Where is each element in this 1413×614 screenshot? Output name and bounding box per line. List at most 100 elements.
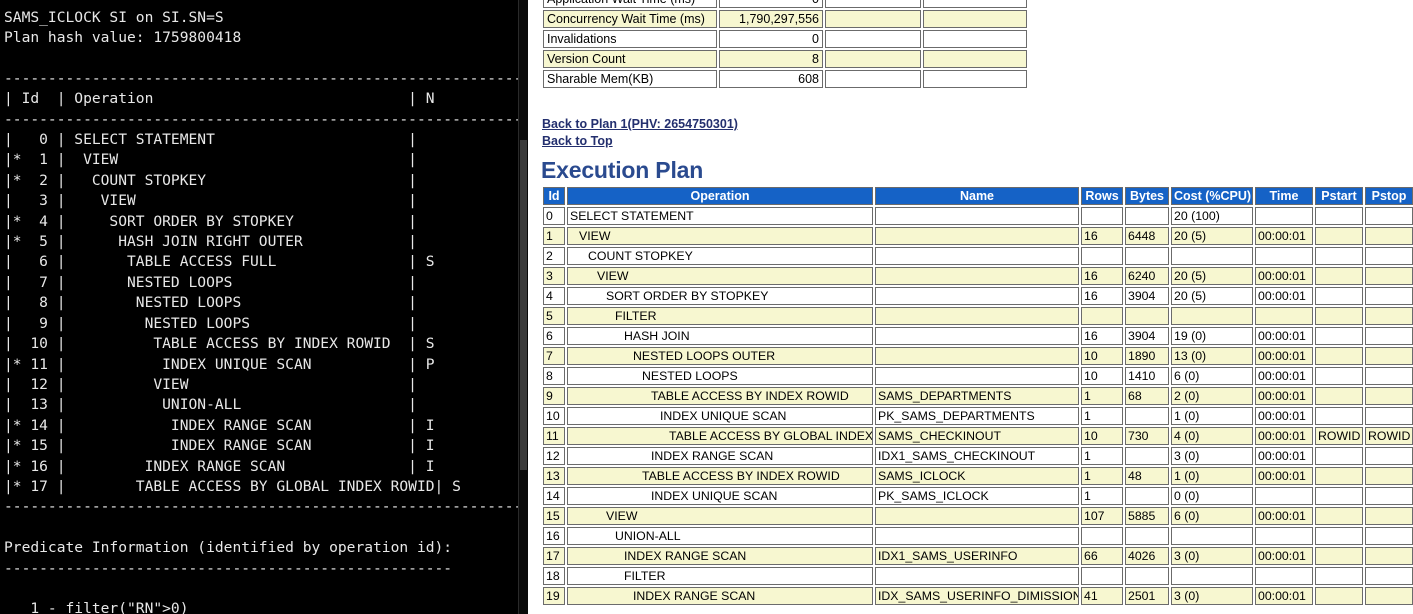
plan-cell-bytes: 6448: [1125, 227, 1169, 245]
stats-extra-cell: [923, 10, 1027, 28]
back-to-plan-link[interactable]: Back to Plan 1(PHV: 2654750301): [542, 116, 738, 133]
plan-cell-pstart: [1315, 447, 1363, 465]
plan-cell-rows: 1: [1081, 407, 1123, 425]
terminal-scrollbar-thumb[interactable]: [520, 140, 527, 470]
plan-cell-bytes: [1125, 447, 1169, 465]
plan-cell-pstop: [1365, 407, 1413, 425]
plan-operation-label: TABLE ACCESS BY GLOBAL INDEX ROWID: [669, 429, 873, 443]
plan-col-header-id[interactable]: Id: [543, 187, 565, 205]
plan-col-header-pstop[interactable]: Pstop: [1365, 187, 1413, 205]
plan-cell-bytes: [1125, 407, 1169, 425]
plan-cell-operation: SELECT STATEMENT: [567, 207, 873, 225]
stats-extra-cell: [923, 30, 1027, 48]
plan-operation-label: VIEW: [579, 229, 611, 243]
stats-label-cell: Version Count: [543, 50, 717, 68]
plan-cell-bytes: 3904: [1125, 327, 1169, 345]
plan-row: 14 INDEX UNIQUE SCAN PK_SAMS_ICLOCK 1 0 (0): [543, 487, 1413, 505]
plan-row: 6 HASH JOIN 16 3904 19 (0) 00:00:01: [543, 327, 1413, 345]
plan-cell-name: [875, 347, 1079, 365]
plan-cell-id: 14: [543, 487, 565, 505]
plan-cell-pstop: [1365, 307, 1413, 325]
plan-cell-name: SAMS_CHECKINOUT: [875, 427, 1079, 445]
plan-cell-cost: 1 (0): [1171, 467, 1253, 485]
plan-cell-bytes: 68: [1125, 387, 1169, 405]
plan-cell-pstop: [1365, 447, 1413, 465]
plan-cell-operation: UNION-ALL: [567, 527, 873, 545]
plan-operation-label: NESTED LOOPS OUTER: [633, 349, 776, 363]
plan-col-header-cost[interactable]: Cost (%CPU): [1171, 187, 1253, 205]
plan-cell-name: PK_SAMS_ICLOCK: [875, 487, 1079, 505]
plan-col-header-bytes[interactable]: Bytes: [1125, 187, 1169, 205]
plan-cell-time: 00:00:01: [1255, 367, 1313, 385]
plan-cell-pstop: [1365, 367, 1413, 385]
plan-operation-label: INDEX RANGE SCAN: [633, 589, 756, 603]
plan-row: 1 VIEW 16 6448 20 (5) 00:00:01: [543, 227, 1413, 245]
plan-col-header-op[interactable]: Operation: [567, 187, 873, 205]
plan-cell-operation: COUNT STOPKEY: [567, 247, 873, 265]
stats-row: Application Wait Time (ms)0: [543, 0, 1027, 8]
plan-operation-label: TABLE ACCESS BY INDEX ROWID: [642, 469, 840, 483]
execution-plan-heading: Execution Plan: [541, 157, 704, 183]
plan-col-header-time[interactable]: Time: [1255, 187, 1313, 205]
statistics-table: Application Wait Time (ms)0Concurrency W…: [541, 0, 1029, 90]
plan-col-header-pstart[interactable]: Pstart: [1315, 187, 1363, 205]
plan-operation-label: INDEX UNIQUE SCAN: [660, 409, 787, 423]
plan-cell-bytes: 1410: [1125, 367, 1169, 385]
plan-cell-cost: 19 (0): [1171, 327, 1253, 345]
plan-col-header-name[interactable]: Name: [875, 187, 1079, 205]
plan-cell-pstop: [1365, 327, 1413, 345]
plan-cell-cost: [1171, 247, 1253, 265]
stats-row: Sharable Mem(KB) 608: [543, 70, 1027, 88]
terminal-scrollbar[interactable]: [518, 0, 528, 614]
stats-label-cell: Sharable Mem(KB): [543, 70, 717, 88]
plan-cell-id: 12: [543, 447, 565, 465]
plan-cell-rows: 1: [1081, 447, 1123, 465]
plan-cell-time: [1255, 207, 1313, 225]
plan-row: 0 SELECT STATEMENT 20 (100): [543, 207, 1413, 225]
stats-value-cell: 608: [719, 70, 823, 88]
plan-operation-label: HASH JOIN: [624, 329, 690, 343]
plan-col-header-rows[interactable]: Rows: [1081, 187, 1123, 205]
plan-cell-name: SAMS_DEPARTMENTS: [875, 387, 1079, 405]
plan-cell-pstart: [1315, 567, 1363, 585]
plan-row: 5 FILTER: [543, 307, 1413, 325]
plan-cell-operation: SORT ORDER BY STOPKEY: [567, 287, 873, 305]
sql-plan-terminal-panel: SAMS_ICLOCK SI on SI.SN=S Plan hash valu…: [0, 0, 528, 614]
plan-cell-id: 13: [543, 467, 565, 485]
plan-cell-bytes: [1125, 307, 1169, 325]
plan-cell-rows: 10: [1081, 347, 1123, 365]
plan-cell-id: 9: [543, 387, 565, 405]
page-root: SAMS_ICLOCK SI on SI.SN=S Plan hash valu…: [0, 0, 1413, 614]
plan-row: 2 COUNT STOPKEY: [543, 247, 1413, 265]
plan-cell-time: [1255, 247, 1313, 265]
plan-cell-cost: 0 (0): [1171, 487, 1253, 505]
plan-cell-cost: [1171, 307, 1253, 325]
back-to-top-link[interactable]: Back to Top: [542, 133, 738, 150]
plan-cell-bytes: 6240: [1125, 267, 1169, 285]
plan-cell-cost: [1171, 567, 1253, 585]
plan-cell-time: 00:00:01: [1255, 547, 1313, 565]
stats-extra-cell: [923, 0, 1027, 8]
plan-cell-time: 00:00:01: [1255, 587, 1313, 605]
plan-cell-name: [875, 247, 1079, 265]
plan-cell-rows: [1081, 247, 1123, 265]
stats-value-cell: 0: [719, 0, 823, 8]
plan-cell-time: 00:00:01: [1255, 447, 1313, 465]
plan-cell-pstop: [1365, 267, 1413, 285]
plan-cell-pstop: [1365, 567, 1413, 585]
plan-cell-pstart: [1315, 547, 1363, 565]
plan-operation-label: SORT ORDER BY STOPKEY: [606, 289, 769, 303]
plan-cell-time: [1255, 307, 1313, 325]
plan-cell-rows: 16: [1081, 327, 1123, 345]
plan-cell-cost: 1 (0): [1171, 407, 1253, 425]
plan-operation-label: COUNT STOPKEY: [588, 249, 693, 263]
plan-cell-pstart: [1315, 207, 1363, 225]
stats-extra-cell: [923, 50, 1027, 68]
plan-cell-rows: 10: [1081, 367, 1123, 385]
plan-cell-bytes: 3904: [1125, 287, 1169, 305]
plan-cell-pstop: [1365, 207, 1413, 225]
plan-cell-bytes: [1125, 207, 1169, 225]
plan-operation-label: FILTER: [624, 569, 666, 583]
plan-cell-name: SAMS_ICLOCK: [875, 467, 1079, 485]
plan-cell-operation: TABLE ACCESS BY INDEX ROWID: [567, 387, 873, 405]
